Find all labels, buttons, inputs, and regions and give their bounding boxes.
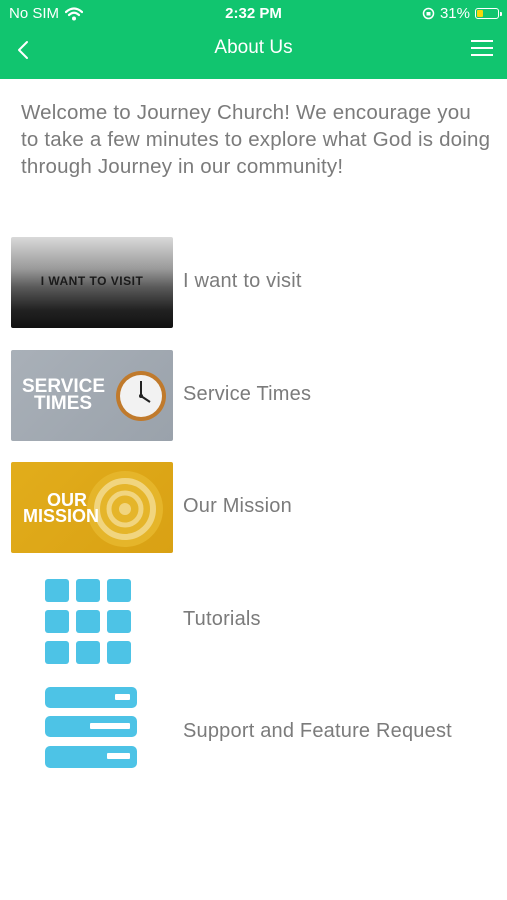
server-icon [45,687,137,768]
status-right: 31% [422,5,502,22]
list-item-tutorials[interactable]: Tutorials [0,575,507,667]
list-item-label: Our Mission [183,495,292,517]
clock-icon [116,371,166,421]
grid-icon [45,579,131,664]
list-item-label: Support and Feature Request [183,720,452,742]
visit-thumbnail: I WANT TO VISIT [11,237,173,328]
list-item-visit[interactable]: I WANT TO VISIT I want to visit [0,237,507,329]
service-thumb-text-2: TIMES [34,393,93,414]
list-item-label: Service Times [183,383,312,405]
service-times-thumbnail: SERVICE TIMES [11,350,173,441]
battery-fill [477,10,483,17]
visit-thumb-text: I WANT TO VISIT [40,274,144,288]
nav-bar: About Us [0,28,507,79]
page-title: About Us [214,37,293,58]
battery-percent: 31% [439,5,470,22]
hamburger-menu-icon[interactable] [471,38,493,58]
list-item-support[interactable]: Support and Feature Request [0,687,507,779]
status-bar: No SIM 2:32 PM 31% [0,0,507,28]
orientation-lock-icon [422,7,435,20]
list-item-label: Tutorials [183,608,261,630]
list-item-service-times[interactable]: SERVICE TIMES Service Times [0,350,507,442]
intro-text: Welcome to Journey Church! We encourage … [21,101,491,178]
list-item-label: I want to visit [183,270,302,292]
battery-icon [475,8,502,19]
list-item-our-mission[interactable]: OUR MISSION Our Mission [0,462,507,554]
our-mission-thumbnail: OUR MISSION [11,462,173,553]
app-header: No SIM 2:32 PM 31% About Us [0,0,507,79]
mission-thumb-text-2: MISSION [23,506,100,526]
